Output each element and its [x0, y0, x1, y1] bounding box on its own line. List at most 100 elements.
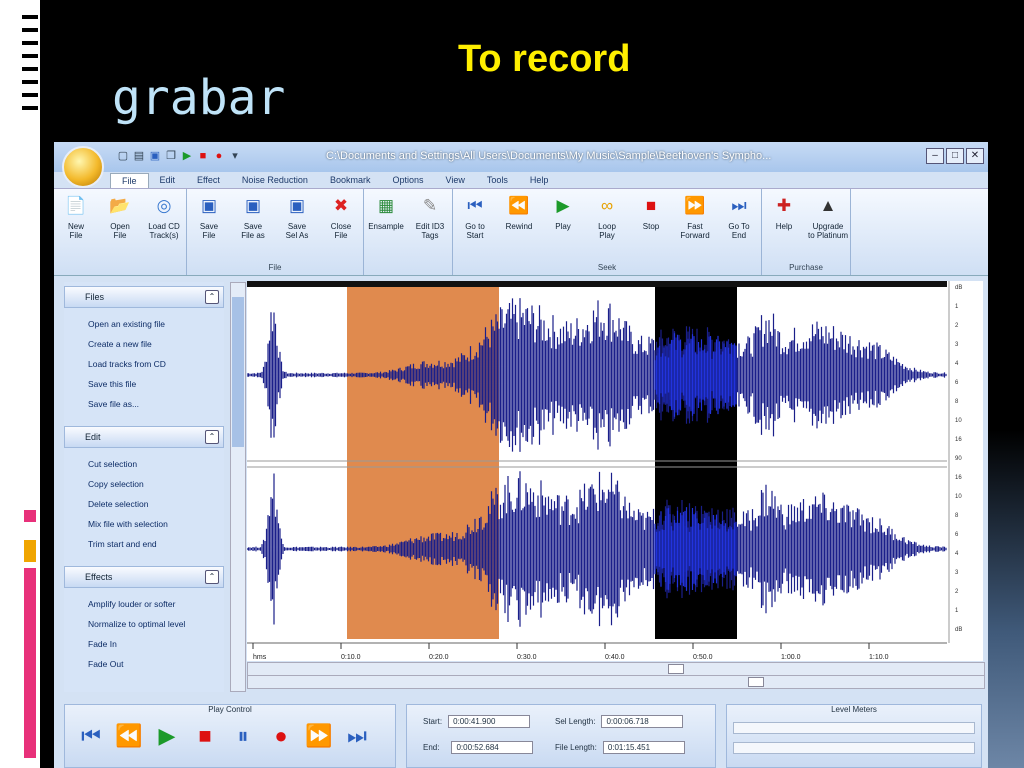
task-pane-link[interactable]: Trim start and end [64, 534, 224, 554]
collapse-icon[interactable]: ⌃ [205, 430, 219, 444]
task-pane-header-effects[interactable]: Effects ⌃ [64, 566, 224, 588]
fast-forward-button[interactable]: ⏩ Fast Forward [673, 189, 717, 263]
horizontal-scrollbar[interactable] [247, 675, 985, 689]
go-to-end-button[interactable]: ⏭ Go To End [717, 189, 761, 263]
record-icon[interactable]: ● [267, 722, 295, 750]
save-sel-as-button[interactable]: ▣ Save Sel As [275, 189, 319, 263]
zoom-thumb[interactable] [668, 664, 684, 674]
pause-icon[interactable]: ⏸ [229, 722, 257, 750]
fast-forward-icon[interactable]: ⏩ [305, 722, 333, 750]
task-pane-header-files[interactable]: Files ⌃ [64, 286, 224, 308]
save-file-button[interactable]: ▣ Save File [187, 189, 231, 263]
menu-tab-help[interactable]: Help [519, 173, 560, 187]
new-file-button[interactable]: 📄 New File [54, 189, 98, 263]
minimize-button[interactable]: – [926, 148, 944, 164]
new-icon[interactable]: ▢ [116, 149, 130, 163]
task-pane-link[interactable]: Fade In [64, 634, 224, 654]
ribbon-group-file: 📄 New File 📂 Open File ◎ Load CD Track(s) [54, 189, 187, 275]
play-control-buttons: ⏮ ⏪ ▶ ■ ⏸ ● ⏩ ⏭ [65, 714, 395, 750]
task-pane-link[interactable]: Open an existing file [64, 314, 224, 334]
sel-length-field[interactable]: 0:00:06.718 [601, 715, 684, 728]
menu-tab-effect[interactable]: Effect [186, 173, 231, 187]
rewind-icon[interactable]: ⏪ [115, 722, 143, 750]
save-as-icon: ▣ [244, 196, 262, 215]
new-file-icon: 📄 [65, 196, 87, 215]
go-end-icon[interactable]: ⏭ [343, 722, 371, 750]
stop-button[interactable]: ■ Stop [629, 189, 673, 263]
timeline-label: 1:00.0 [781, 654, 801, 661]
collapse-icon[interactable]: ⌃ [205, 290, 219, 304]
task-pane-link[interactable]: Delete selection [64, 494, 224, 514]
timeline-label: 0:30.0 [517, 654, 537, 661]
open-icon[interactable]: ▤ [132, 149, 146, 163]
maximize-button[interactable]: □ [946, 148, 964, 164]
db-scale-label: 10 [955, 418, 962, 424]
task-pane-link[interactable]: Save file as... [64, 394, 224, 414]
time-info-panel: Start: 0:00:41.900 Sel Length: 0:00:06.7… [406, 704, 716, 768]
save-icon[interactable]: ▣ [148, 149, 162, 163]
scrollbar-thumb[interactable] [232, 297, 244, 447]
task-pane-header-edit[interactable]: Edit ⌃ [64, 426, 224, 448]
title-bar: ▢ ▤ ▣ ❐ ▶ ■ ● ▾ C:\Documents and Settings\All U… [54, 142, 988, 188]
task-pane-link[interactable]: Mix file with selection [64, 514, 224, 534]
task-pane-link[interactable]: Create a new file [64, 334, 224, 354]
timeline-label: 1:10.0 [869, 654, 889, 661]
collapse-icon[interactable]: ⌃ [205, 570, 219, 584]
ribbon-button-label: Fast Forward [680, 222, 710, 240]
close-file-button[interactable]: ✖ Close File [319, 189, 363, 263]
start-time-field[interactable]: 0:00:41.900 [448, 715, 531, 728]
dropdown-icon[interactable]: ▾ [228, 149, 242, 163]
ribbon-group-label [54, 263, 186, 275]
ribbon-button-label: Play [555, 222, 571, 231]
menu-tab-file[interactable]: File [110, 172, 149, 188]
timeline-label: 0:20.0 [429, 654, 449, 661]
slide-title: grabar [112, 70, 286, 126]
copy-icon[interactable]: ❐ [164, 149, 178, 163]
task-pane-link[interactable]: Load tracks from CD [64, 354, 224, 374]
task-pane-link[interactable]: Copy selection [64, 474, 224, 494]
task-pane-link[interactable]: Amplify louder or softer [64, 594, 224, 614]
go-start-icon[interactable]: ⏮ [77, 722, 105, 750]
scroll-thumb[interactable] [748, 677, 764, 687]
waveform-canvas[interactable]: hms 0:10.0 0:20.0 0:30.0 0:40.0 0:50.0 1:00.0 1… [246, 281, 983, 661]
top-ruler [247, 281, 947, 287]
rewind-button[interactable]: ⏪ Rewind [497, 189, 541, 263]
horizontal-zoom-bar[interactable] [247, 662, 985, 676]
save-file-as-button[interactable]: ▣ Save File as [231, 189, 275, 263]
stop-icon[interactable]: ■ [196, 149, 210, 163]
menu-tab-view[interactable]: View [434, 173, 475, 187]
help-button[interactable]: ✚ Help [762, 189, 806, 263]
end-time-field[interactable]: 0:00:52.684 [451, 741, 534, 754]
level-meter-right [733, 742, 975, 754]
menu-tab-edit[interactable]: Edit [149, 173, 187, 187]
app-orb-button[interactable] [62, 146, 104, 188]
menu-tab-noise-reduction[interactable]: Noise Reduction [231, 173, 319, 187]
task-pane-link[interactable]: Fade Out [64, 654, 224, 674]
menu-tab-options[interactable]: Options [381, 173, 434, 187]
menu-tab-bookmark[interactable]: Bookmark [319, 173, 382, 187]
loop-icon: ∞ [600, 196, 614, 215]
task-pane-link[interactable]: Cut selection [64, 454, 224, 474]
menu-tab-tools[interactable]: Tools [476, 173, 519, 187]
task-pane-scrollbar[interactable] [230, 282, 246, 692]
task-pane-link[interactable]: Normalize to optimal level [64, 614, 224, 634]
waveform-view[interactable]: hms 0:10.0 0:20.0 0:30.0 0:40.0 0:50.0 1:00.0 1… [246, 281, 983, 661]
ensample-button[interactable]: ▦ Ensample [364, 189, 408, 263]
help-icon: ✚ [776, 196, 792, 215]
close-button[interactable]: ✕ [966, 148, 984, 164]
play-icon[interactable]: ▶ [153, 722, 181, 750]
loop-play-button[interactable]: ∞ Loop Play [585, 189, 629, 263]
task-pane-link[interactable]: Save this file [64, 374, 224, 394]
level-meter-left [733, 722, 975, 734]
record-icon[interactable]: ● [212, 149, 226, 163]
play-button[interactable]: ▶ Play [541, 189, 585, 263]
play-icon[interactable]: ▶ [180, 149, 194, 163]
db-scale-label: dB [955, 285, 962, 291]
upgrade-to-platinum-button[interactable]: ▲ Upgrade to Platinum [806, 189, 850, 263]
edit-id3-tags-button[interactable]: ✎ Edit ID3 Tags [408, 189, 452, 263]
go-to-start-button[interactable]: ⏮ Go to Start [453, 189, 497, 263]
open-file-button[interactable]: 📂 Open File [98, 189, 142, 263]
ribbon-button-label: Loop Play [598, 222, 616, 240]
load-cd-track-s--button[interactable]: ◎ Load CD Track(s) [142, 189, 186, 263]
stop-icon[interactable]: ■ [191, 722, 219, 750]
